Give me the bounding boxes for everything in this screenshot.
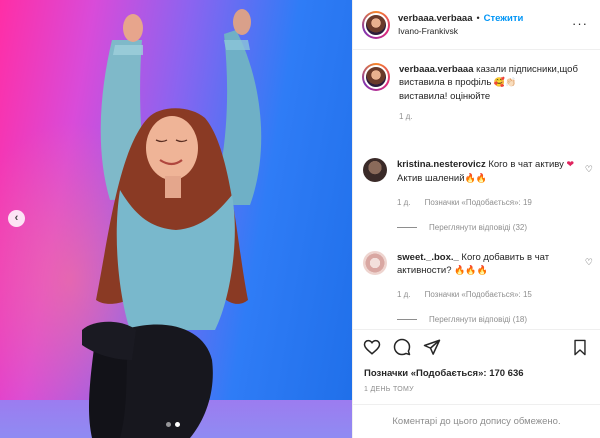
comments-disabled-notice: Коментарі до цього допису обмежено. bbox=[353, 404, 600, 438]
commenter-username[interactable]: sweet._.box._ bbox=[397, 252, 459, 263]
post-caption: verbaaa.verbaaa казали підписники,щоб ви… bbox=[362, 63, 587, 123]
instagram-post: ‹ verbaaa.verbaaa • Стежити Ivano-Franki… bbox=[0, 0, 600, 438]
like-comment-heart-icon[interactable]: ♡ bbox=[585, 257, 593, 268]
comment-likes[interactable]: Позначки «Подобається»: 19 bbox=[425, 196, 532, 209]
post-timestamp[interactable]: 1 ДЕНЬ ТОМУ bbox=[353, 386, 600, 393]
replies-divider bbox=[397, 319, 417, 320]
separator-dot: • bbox=[476, 12, 480, 23]
view-replies-label[interactable]: Переглянути відповіді (32) bbox=[429, 223, 527, 232]
commenter-avatar[interactable] bbox=[363, 251, 387, 275]
chevron-left-icon: ‹ bbox=[14, 212, 19, 224]
view-replies-link[interactable]: Переглянути відповіді (18) bbox=[397, 315, 527, 324]
caption-author-avatar[interactable] bbox=[362, 63, 390, 91]
follow-button[interactable]: Стежити bbox=[484, 12, 524, 25]
replies-divider bbox=[397, 227, 417, 228]
comments-list[interactable]: verbaaa.verbaaa казали підписники,щоб ви… bbox=[353, 51, 600, 329]
comment-likes[interactable]: Позначки «Подобається»: 15 bbox=[425, 288, 532, 301]
commenter-avatar[interactable] bbox=[363, 158, 387, 182]
commenter-username[interactable]: kristina.nesterovicz bbox=[397, 159, 486, 170]
fire-emoji: 🔥🔥 bbox=[464, 174, 487, 184]
bookmark-icon[interactable] bbox=[572, 339, 588, 356]
author-username[interactable]: verbaaa.verbaaa bbox=[398, 12, 472, 25]
post-location[interactable]: Ivano-Frankivsk bbox=[398, 25, 523, 38]
post-sidebar: verbaaa.verbaaa • Стежити Ivano-Frankivs… bbox=[352, 0, 600, 438]
comment-item: kristina.nesterovicz Кого в чат активу ❤… bbox=[363, 158, 593, 209]
comment-timestamp[interactable]: 1 д. bbox=[397, 196, 411, 209]
action-bar bbox=[353, 330, 600, 364]
carousel-dot-active bbox=[175, 422, 180, 427]
woman-figure-illustration bbox=[82, 9, 262, 438]
carousel-indicator bbox=[166, 422, 180, 427]
comment-text-2: Актив шалений bbox=[397, 173, 465, 184]
author-avatar[interactable] bbox=[362, 10, 390, 39]
comment-item: sweet._.box._ Кого добавить в чат активн… bbox=[363, 251, 593, 301]
more-options-icon[interactable]: ··· bbox=[572, 16, 588, 31]
carousel-dot bbox=[166, 422, 171, 427]
post-actions-section: Позначки «Подобається»: 170 636 1 ДЕНЬ Т… bbox=[353, 329, 600, 393]
heart-emoji: ❤ bbox=[566, 160, 575, 170]
caption-username[interactable]: verbaaa.verbaaa bbox=[399, 64, 473, 75]
previous-photo-button[interactable]: ‹ bbox=[8, 210, 25, 227]
likes-count[interactable]: Позначки «Подобається»: 170 636 bbox=[353, 368, 600, 379]
caption-text-line2: виставила! оцінюйте bbox=[399, 91, 491, 102]
comment-timestamp[interactable]: 1 д. bbox=[397, 288, 411, 301]
comment-bubble-icon[interactable] bbox=[393, 338, 411, 356]
view-replies-link[interactable]: Переглянути відповіді (32) bbox=[397, 223, 527, 232]
comment-text: Кого в чат активу bbox=[488, 159, 564, 170]
post-photo[interactable]: ‹ bbox=[0, 0, 352, 438]
post-header: verbaaa.verbaaa • Стежити Ivano-Frankivs… bbox=[353, 0, 600, 50]
share-send-icon[interactable] bbox=[423, 338, 441, 356]
view-replies-label[interactable]: Переглянути відповіді (18) bbox=[429, 315, 527, 324]
like-heart-icon[interactable] bbox=[363, 338, 381, 356]
fire-emoji: 🔥🔥🔥 bbox=[454, 266, 488, 276]
caption-emoji: 🥰👏🏻 bbox=[493, 78, 517, 88]
caption-timestamp[interactable]: 1 д. bbox=[399, 110, 587, 123]
like-comment-heart-icon[interactable]: ♡ bbox=[585, 164, 593, 175]
